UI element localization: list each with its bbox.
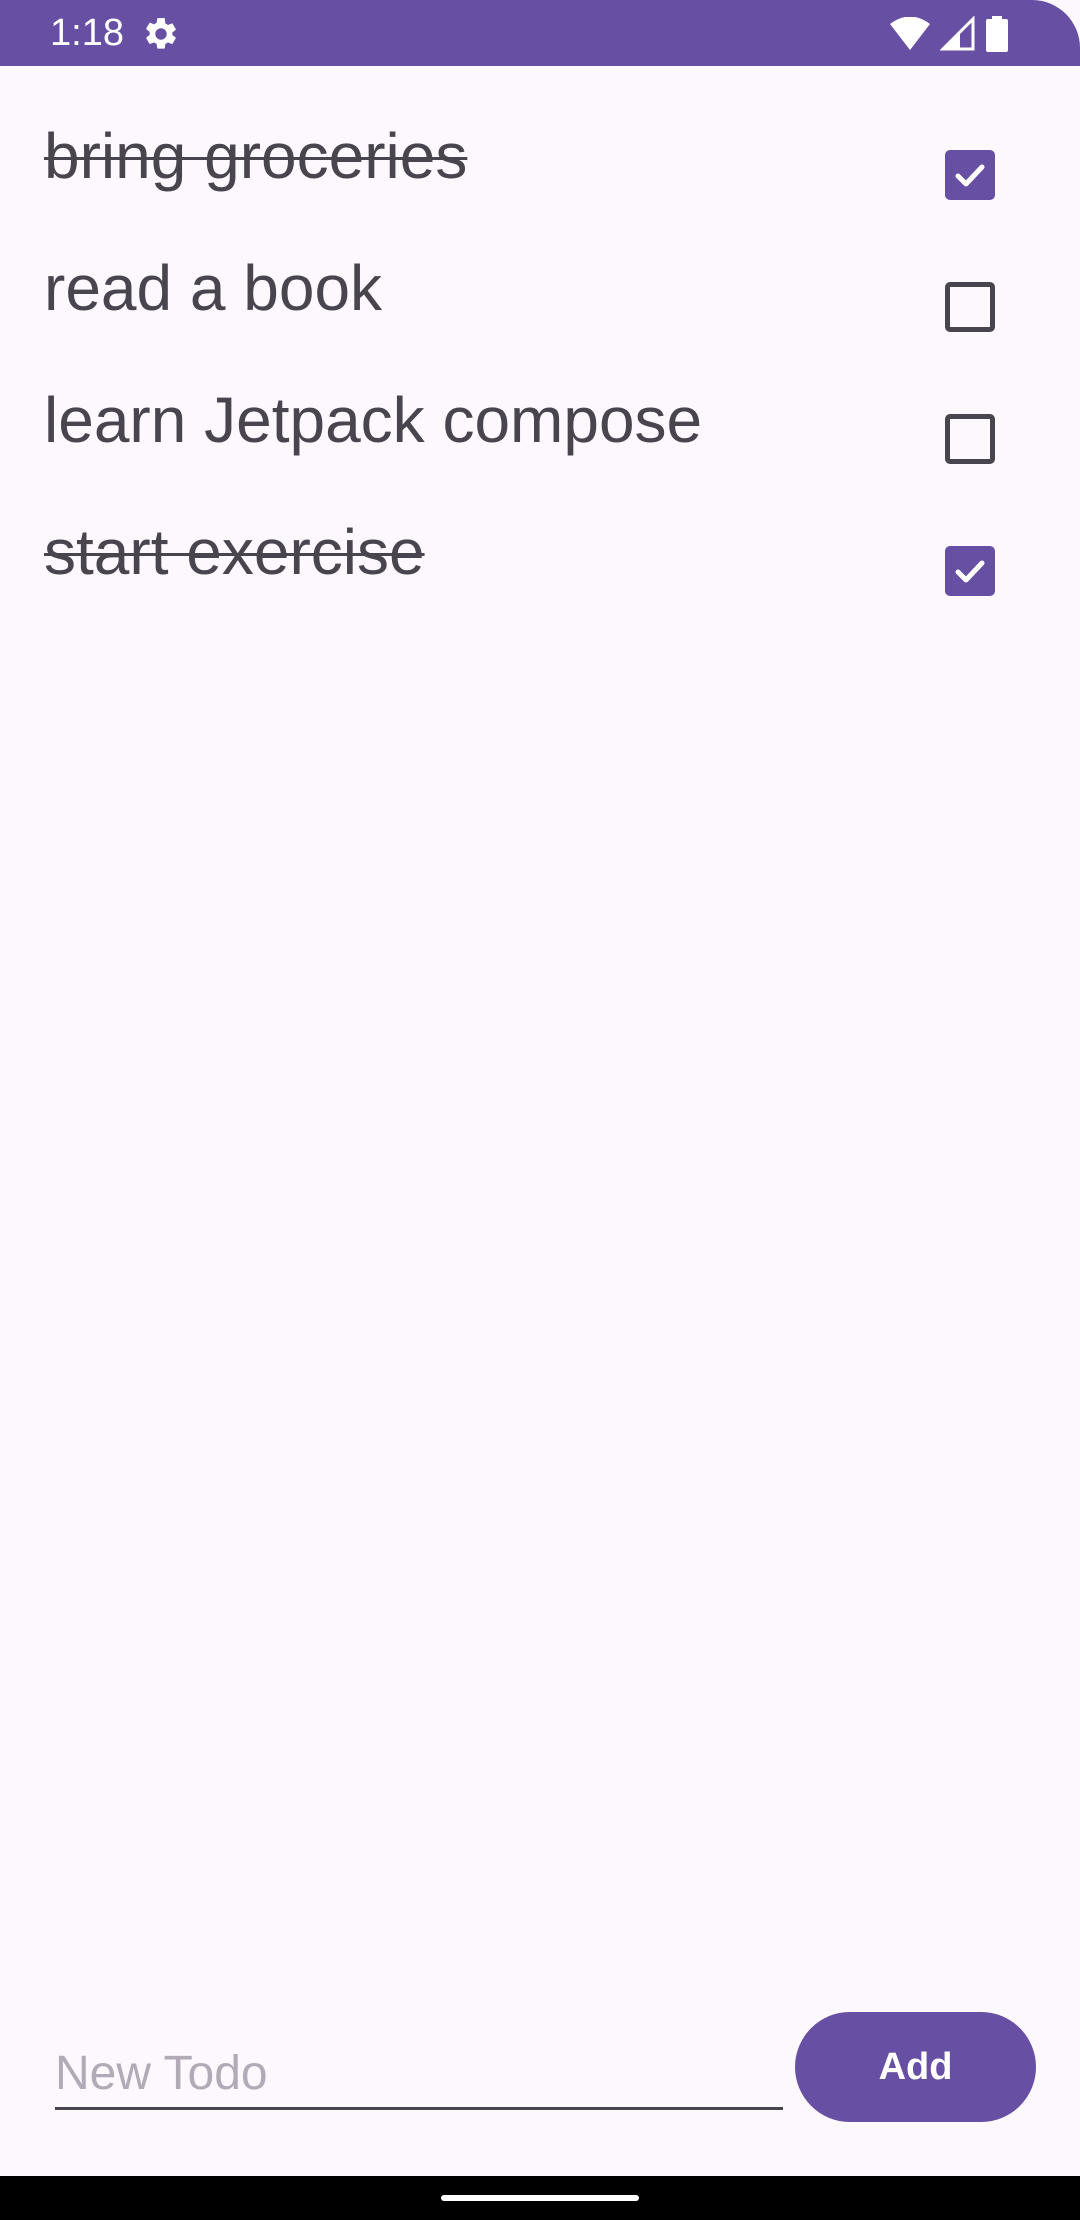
todo-checkbox-checked[interactable]	[945, 150, 995, 200]
signal-icon	[940, 16, 976, 52]
status-bar: 1:18	[0, 0, 1080, 66]
todo-item-text: learn Jetpack compose	[44, 384, 703, 456]
gear-icon	[142, 15, 180, 53]
battery-icon	[986, 16, 1008, 52]
status-time: 1:18	[50, 12, 124, 54]
todo-item-text: bring groceries	[44, 120, 468, 192]
todo-item: bring groceries	[0, 110, 1080, 242]
navigation-bar	[0, 2176, 1080, 2220]
todo-item: read a book	[0, 242, 1080, 374]
status-icons	[890, 14, 1008, 54]
checkmark-icon	[955, 164, 985, 187]
add-button[interactable]: Add	[795, 2012, 1036, 2122]
todo-checkbox-unchecked[interactable]	[945, 282, 995, 332]
wifi-icon	[890, 17, 930, 51]
todo-checkbox-checked[interactable]	[945, 546, 995, 596]
new-todo-field[interactable]	[55, 2030, 783, 2110]
app-screen: 1:18 bring groceries read a book learn J…	[0, 0, 1080, 2220]
checkmark-icon	[955, 560, 985, 583]
todo-item-text: start exercise	[44, 516, 425, 588]
todo-item: start exercise	[0, 506, 1080, 638]
todo-item-text: read a book	[44, 252, 383, 324]
todo-list: bring groceries read a book learn Jetpac…	[0, 110, 1080, 638]
todo-checkbox-unchecked[interactable]	[945, 414, 995, 464]
new-todo-input[interactable]	[55, 2046, 783, 2101]
todo-item: learn Jetpack compose	[0, 374, 1080, 506]
home-handle[interactable]	[441, 2195, 639, 2201]
